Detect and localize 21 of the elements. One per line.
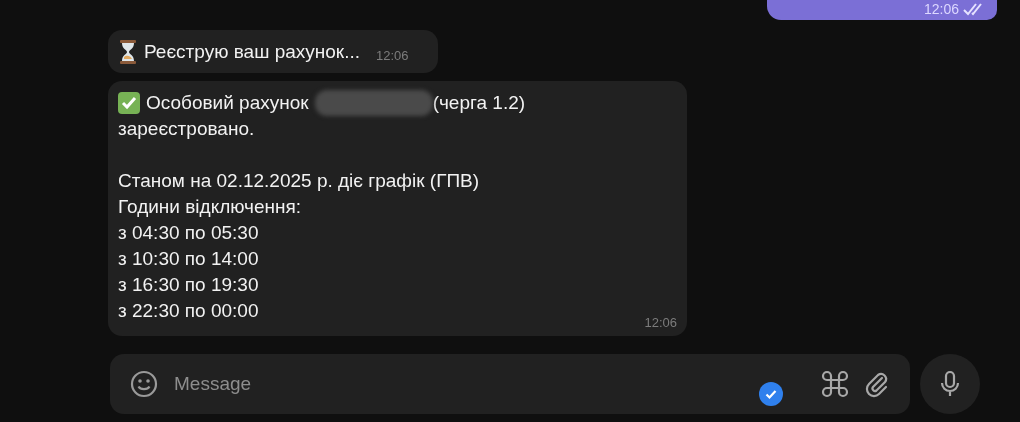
message-text: з 16:30 по 19:30 — [118, 273, 259, 297]
message-input-field[interactable]: Message — [172, 372, 806, 396]
message-time: 12:06 — [644, 314, 677, 332]
microphone-icon — [939, 370, 961, 398]
emoji-icon[interactable] — [130, 370, 158, 398]
message-time: 12:06 — [923, 1, 959, 17]
check-mark-icon — [118, 92, 140, 114]
message-text: Особовий рахунок — [146, 91, 309, 115]
message-composer-field[interactable]: Message — [110, 354, 910, 414]
message-text: зареєстровано. — [118, 117, 255, 141]
message-text: (черга 1.2) — [432, 91, 526, 115]
message-text: з 04:30 по 05:30 — [118, 221, 259, 245]
message-text: з 10:30 по 14:00 — [118, 247, 259, 271]
message-text: Станом на 02.12.2025 р. діє графік (ГПВ) — [118, 169, 480, 193]
message-time: 12:06 — [376, 47, 409, 65]
message-text: Години відключення: — [118, 195, 302, 219]
message-text: Реєструю ваш рахунок... — [144, 40, 360, 64]
attach-icon[interactable] — [864, 370, 890, 398]
message-text: з 22:30 по 00:00 — [118, 299, 259, 323]
command-icon[interactable] — [820, 369, 850, 399]
hourglass-icon — [118, 40, 138, 64]
